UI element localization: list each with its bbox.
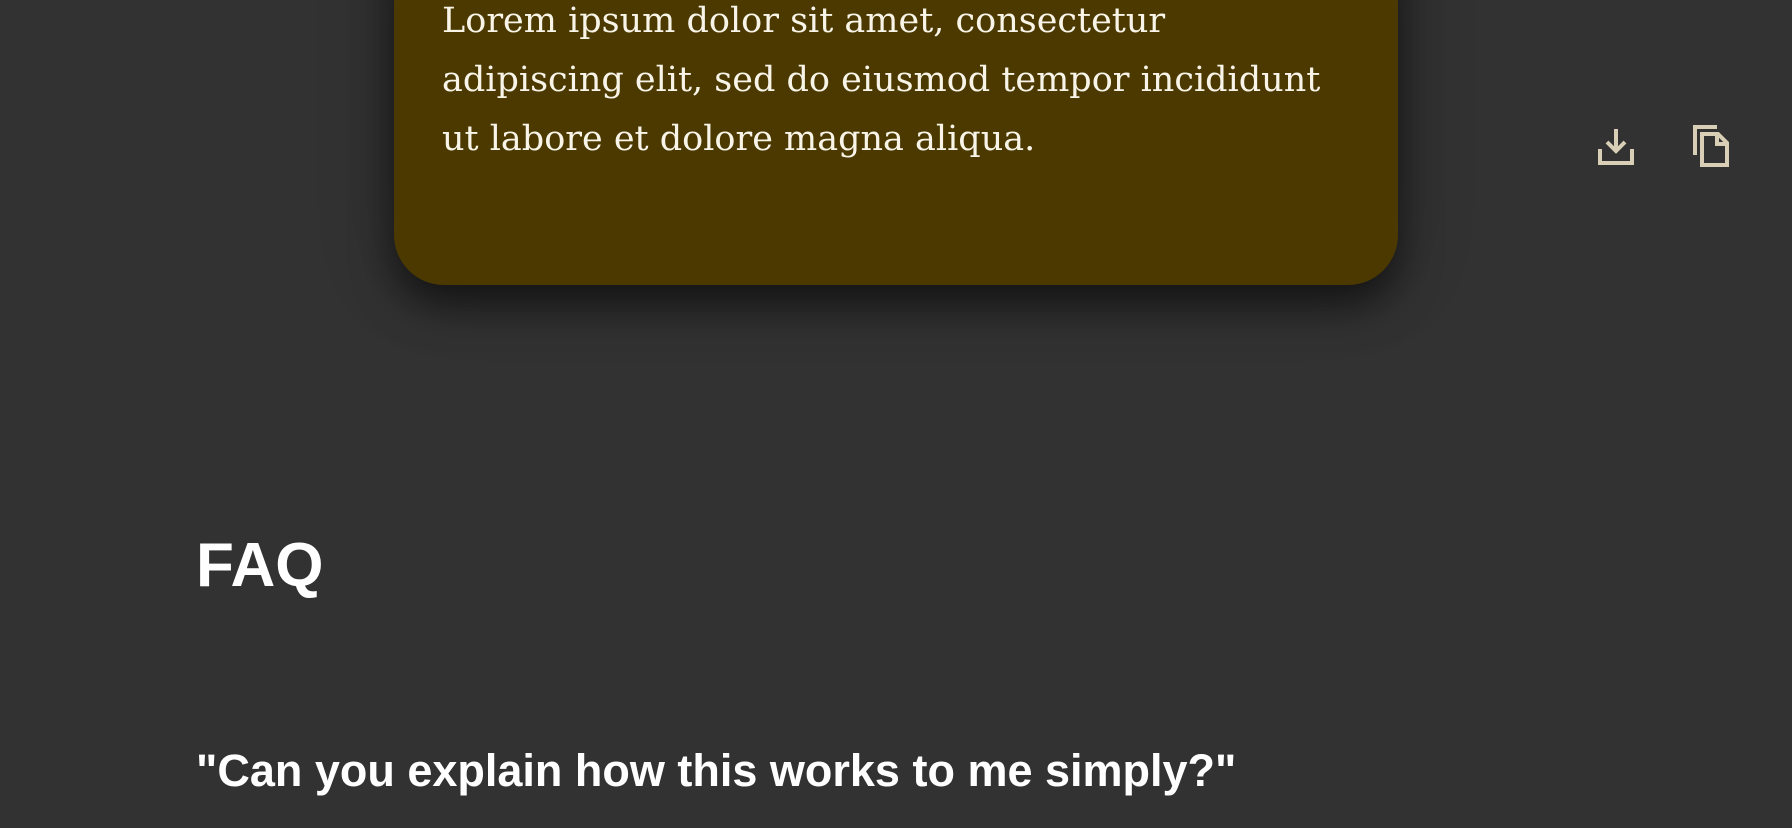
copy-icon bbox=[1691, 123, 1731, 169]
faq-question[interactable]: "Can you explain how this works to me si… bbox=[196, 743, 1236, 799]
faq-heading: FAQ bbox=[196, 531, 324, 600]
result-card: Lorem ipsum dolor sit amet, consectetur … bbox=[394, 0, 1729, 285]
download-button[interactable] bbox=[1592, 122, 1640, 170]
copy-button[interactable] bbox=[1687, 122, 1735, 170]
download-icon bbox=[1596, 125, 1636, 167]
result-card-text: Lorem ipsum dolor sit amet, consectetur … bbox=[442, 1, 1321, 159]
